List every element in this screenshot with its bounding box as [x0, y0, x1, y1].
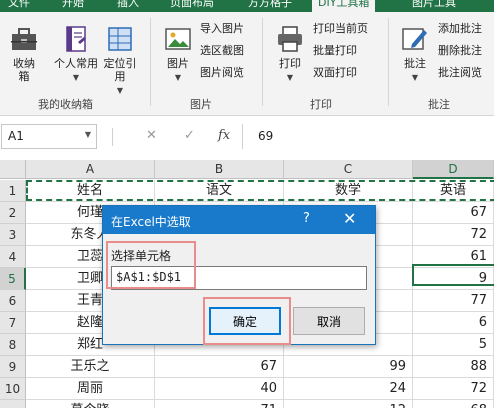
row-header[interactable]: 4: [0, 246, 26, 268]
group-label-storage: 我的收纳箱: [38, 98, 93, 111]
import-image-button[interactable]: 导入图片: [200, 22, 244, 35]
row-header[interactable]: 1: [0, 180, 26, 202]
select-all-corner[interactable]: [0, 160, 26, 179]
storage-box-button[interactable]: 收纳箱: [6, 24, 42, 83]
group-separator: [388, 18, 389, 106]
duplex-print-button[interactable]: 双面打印: [313, 66, 357, 79]
active-cell-border: [412, 264, 494, 286]
table-cell[interactable]: 慕今晓: [26, 400, 155, 408]
locate-reference-button[interactable]: 定位引用 ▼: [100, 24, 140, 97]
excel-window: 文件 开始 插入 页面布局 方方格子 DIY工具箱 图片工具 收纳箱 个人常用 …: [0, 0, 494, 408]
browse-comment-button[interactable]: 批注阅览: [438, 66, 482, 79]
help-icon[interactable]: ?: [303, 211, 310, 226]
close-icon[interactable]: ✕: [343, 209, 356, 228]
ribbon: 收纳箱 个人常用 ▼ 定位引用 ▼ 我的收纳箱 图片 ▼ 导入图片 选区截图 图…: [0, 12, 494, 116]
table-cell[interactable]: 88: [413, 356, 494, 378]
group-separator: [262, 18, 263, 106]
highlight-box: [203, 297, 291, 345]
selection-screenshot-button[interactable]: 选区截图: [200, 44, 244, 57]
group-label-image: 图片: [190, 98, 212, 111]
dialog-titlebar: 在Excel中选取 ? ✕: [103, 206, 375, 234]
tab-fangfangezi[interactable]: 方方格子: [248, 0, 292, 10]
comment-edit-icon: [402, 28, 427, 50]
enter-icon[interactable]: ✓: [184, 128, 195, 143]
spreadsheet-icon: [108, 27, 132, 51]
divider: [242, 124, 243, 149]
table-cell[interactable]: 99: [284, 356, 413, 378]
row-header[interactable]: 6: [0, 290, 26, 312]
table-cell[interactable]: 67: [155, 356, 284, 378]
row-header[interactable]: 8: [0, 334, 26, 356]
row-header[interactable]: 10: [0, 378, 26, 400]
table-cell[interactable]: 24: [284, 378, 413, 400]
picture-icon: [165, 28, 191, 50]
ribbon-tab-strip: 文件 开始 插入 页面布局 方方格子 DIY工具箱 图片工具: [0, 0, 494, 12]
group-label-comment: 批注: [428, 98, 450, 111]
tab-diy-toolbox[interactable]: DIY工具箱: [312, 0, 376, 12]
notebook-icon: [66, 26, 86, 52]
table-cell[interactable]: 67: [413, 202, 494, 224]
formula-input[interactable]: 69: [258, 129, 273, 143]
table-cell[interactable]: 72: [413, 224, 494, 246]
add-comment-button[interactable]: 添加批注: [438, 22, 482, 35]
tab-home[interactable]: 开始: [62, 0, 84, 10]
table-cell[interactable]: 王乐之: [26, 356, 155, 378]
table-cell[interactable]: 6: [413, 312, 494, 334]
print-current-page-button[interactable]: 打印当前页: [313, 22, 368, 35]
dialog-title: 在Excel中选取: [111, 215, 191, 229]
table-cell[interactable]: 40: [155, 378, 284, 400]
name-box[interactable]: A1 ▼: [1, 124, 97, 149]
image-browse-button[interactable]: 图片阅览: [200, 66, 244, 79]
cancel-button[interactable]: 取消: [293, 307, 365, 335]
column-header-c[interactable]: C: [284, 160, 413, 179]
tab-insert[interactable]: 插入: [117, 0, 139, 10]
row-header[interactable]: 5: [0, 268, 26, 290]
toolbox-icon: [11, 28, 37, 50]
table-cell[interactable]: 72: [413, 378, 494, 400]
table-cell[interactable]: 68: [413, 400, 494, 408]
table-cell[interactable]: 77: [413, 290, 494, 312]
insert-function-icon[interactable]: fx: [218, 128, 230, 143]
print-button[interactable]: 打印 ▼: [272, 24, 308, 84]
column-header-b[interactable]: B: [155, 160, 284, 179]
delete-comment-button[interactable]: 删除批注: [438, 44, 482, 57]
tab-file[interactable]: 文件: [8, 0, 30, 10]
table-cell[interactable]: 12: [284, 400, 413, 408]
highlight-box: [106, 241, 196, 289]
batch-print-button[interactable]: 批量打印: [313, 44, 357, 57]
table-cell[interactable]: 71: [155, 400, 284, 408]
tab-page-layout[interactable]: 页面布局: [170, 0, 214, 10]
chevron-down-icon[interactable]: ▼: [85, 130, 91, 139]
table-cell[interactable]: 5: [413, 334, 494, 356]
comment-button[interactable]: 批注 ▼: [398, 24, 432, 84]
row-header[interactable]: 3: [0, 224, 26, 246]
divider: [112, 128, 113, 146]
personal-common-button[interactable]: 个人常用 ▼: [54, 24, 98, 84]
column-header-d[interactable]: D: [413, 160, 494, 179]
copy-marquee: [26, 180, 494, 201]
row-header[interactable]: [0, 400, 26, 408]
group-label-print: 打印: [310, 98, 332, 111]
image-button[interactable]: 图片 ▼: [158, 24, 198, 84]
formula-bar: A1 ▼ ✕ ✓ fx 69: [0, 124, 494, 150]
cancel-icon[interactable]: ✕: [146, 128, 157, 143]
tab-image-tools[interactable]: 图片工具: [412, 0, 456, 10]
column-header-a[interactable]: A: [26, 160, 155, 179]
row-header[interactable]: 2: [0, 202, 26, 224]
group-separator: [150, 18, 151, 106]
table-cell[interactable]: 周丽: [26, 378, 155, 400]
row-header[interactable]: 7: [0, 312, 26, 334]
row-header[interactable]: 9: [0, 356, 26, 378]
printer-icon: [278, 26, 302, 52]
